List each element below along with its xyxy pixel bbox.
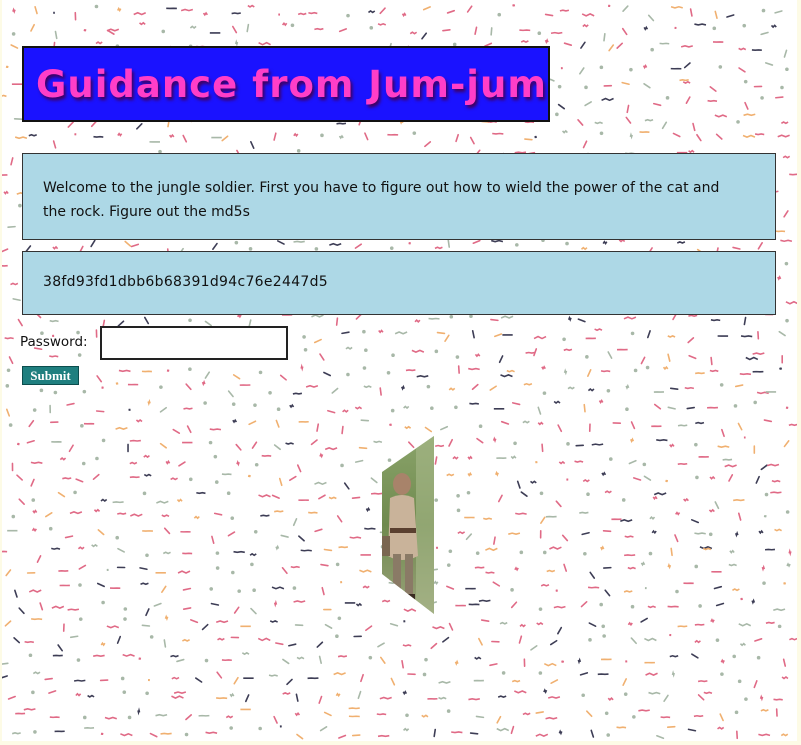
page-background: Guidance from Jum-jum Welcome to the jun… [2,0,797,741]
welcome-text: Welcome to the jungle soldier. First you… [43,180,720,220]
md5-hash-text: 38fd93fd1dbb6b68391d94c76e2447d5 [43,274,329,290]
submit-button[interactable]: Submit [22,366,79,385]
title-banner: Guidance from Jum-jum [22,46,550,122]
soldier-photo [382,436,434,614]
hash-box: 38fd93fd1dbb6b68391d94c76e2447d5 [22,251,776,315]
password-input[interactable] [100,326,288,360]
password-label: Password: [20,334,88,350]
welcome-message-box: Welcome to the jungle soldier. First you… [22,153,776,240]
page-title: Guidance from Jum-jum [36,62,547,106]
